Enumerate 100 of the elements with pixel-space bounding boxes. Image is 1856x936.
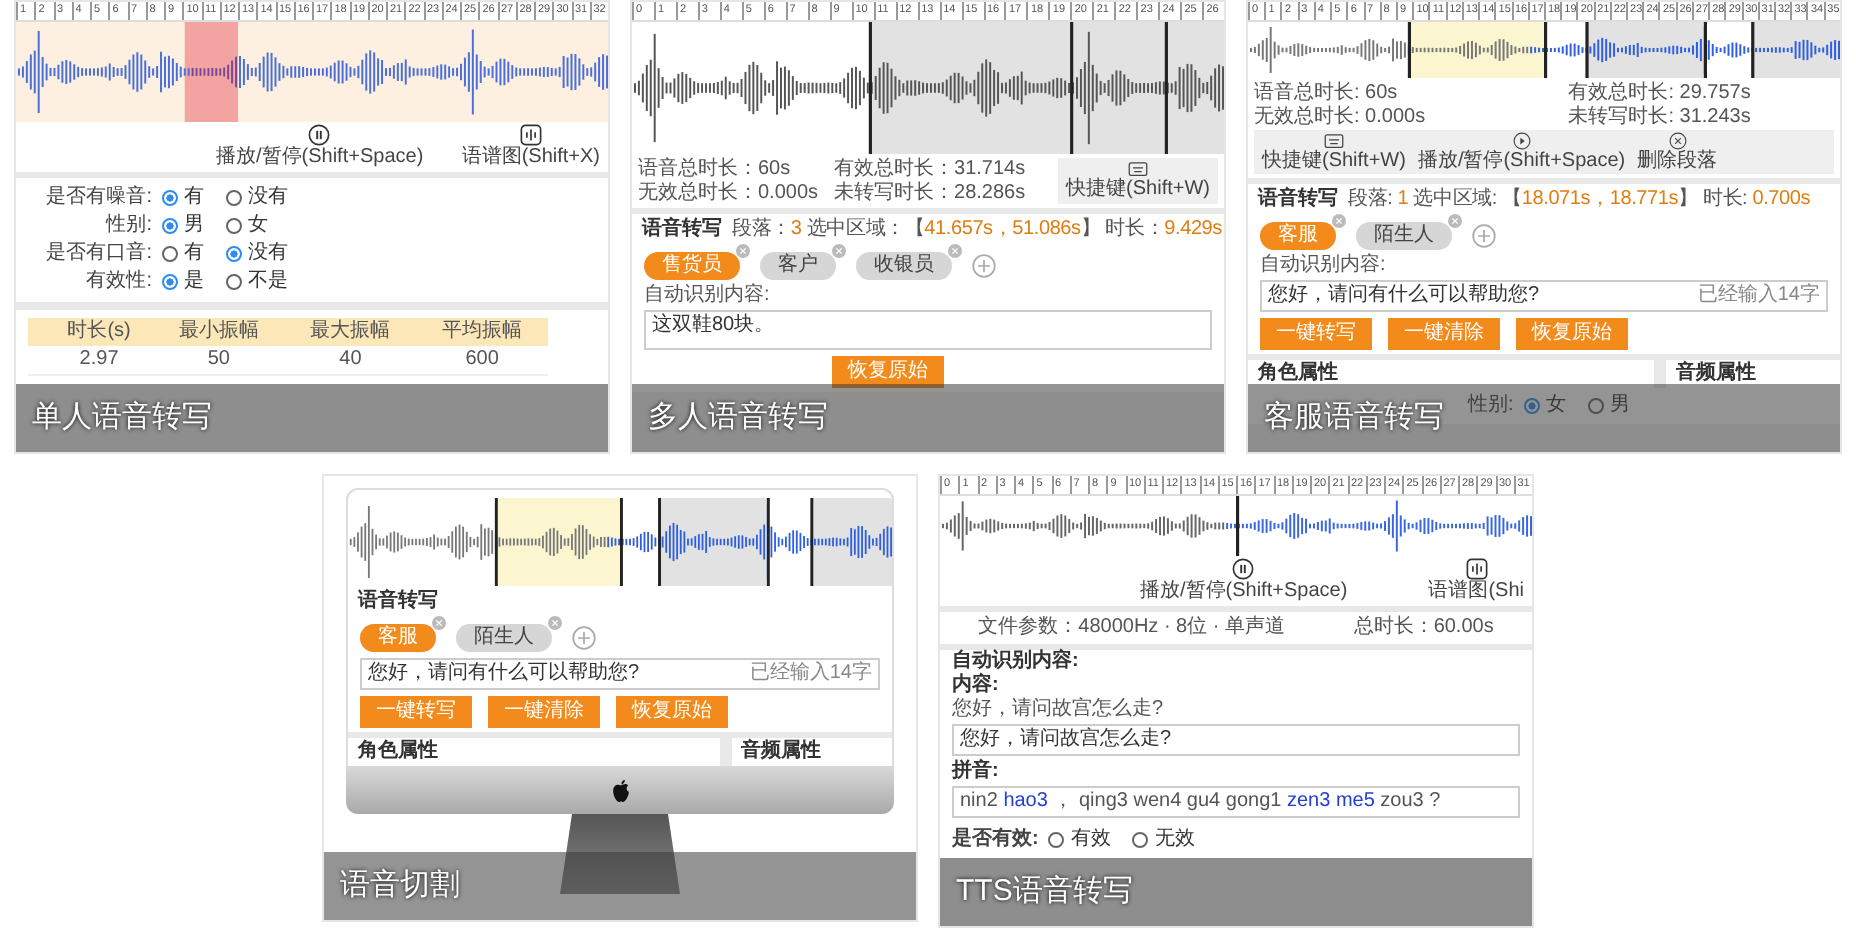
text-label: 自动识别内容: [1258,254,1388,278]
panel-title: 音频属性 [739,738,824,766]
segment-info: 段落：3 选中区域：【41.657s，51.086s】 时长：9.429s [732,218,1222,242]
file-info: 文件参数：48000Hz · 8位 · 单声道 [978,616,1286,640]
tool-label[interactable]: 快捷键(Shift+W) [1262,150,1406,172]
text-area[interactable]: 您好，请问有什么可以帮助您? 已经输入14字 [1260,280,1828,312]
remove-icon[interactable] [548,616,562,630]
remove-icon[interactable] [1332,214,1346,228]
panel-title: 音频属性 [1673,360,1758,388]
text-area[interactable]: 您好，请问有什么可以帮助您? 已经输入14字 [360,658,880,690]
radio-button[interactable] [1587,398,1604,414]
add-icon[interactable] [572,625,596,649]
field-label: 性别: [1468,394,1514,418]
column-header: 时长(s) [45,318,153,346]
field-label: 是否有口音: [44,242,152,266]
option-label: 没有 [248,186,288,210]
table-cell: 600 [416,346,548,375]
card-caption: 单人语音转写 [16,384,608,452]
control-label: 语谱图(Shift+X) [461,146,600,168]
section-title: 语音转写 [1258,188,1338,212]
remove-icon[interactable] [948,244,962,258]
radio-button[interactable] [162,190,178,206]
waveform-icon[interactable] [1465,558,1488,580]
speaker-tag[interactable]: 陌生人 [1356,222,1452,250]
tool-label[interactable]: 删除段落 [1637,150,1718,172]
radio-button[interactable] [226,218,242,234]
panel-title: 角色属性 [1248,360,1666,388]
option-label: 没有 [248,242,288,266]
speaker-tag[interactable]: 收银员 [856,252,952,280]
tool-label[interactable]: 播放/暂停(Shift+Space) [1417,150,1626,172]
monitor-stand [560,814,680,894]
radio-button[interactable] [1132,832,1149,848]
text-area[interactable]: 您好，请问故宫怎么走? [952,724,1520,756]
field-label: 有效性: [84,270,152,294]
text-label: 自动识别内容: [950,650,1081,672]
card-caption: 语音切割 [324,852,916,920]
control-label: 播放/暂停(Shift+Space) [1140,580,1348,602]
option-label: 无效 [1154,828,1195,852]
add-icon[interactable] [972,253,996,277]
control-label: 语谱图(Shi [1428,580,1524,602]
option-label: 男 [1609,394,1630,418]
option-label: 女 [1545,394,1566,418]
stat-text: 无效总时长：0.000s [638,182,819,204]
radio-button[interactable] [226,274,242,290]
text-label: 内容: [950,674,1001,698]
option-label: 男 [184,214,204,238]
table-cell: 50 [152,346,285,375]
radio-button[interactable] [226,246,242,262]
file-info: 总时长：60.00s [1353,616,1494,640]
section-title: 语音转写 [642,218,722,242]
option-label: 有 [184,186,204,210]
column-header: 平均振幅 [416,318,548,346]
stat-text: 无效总时长: 0.000s [1254,106,1428,128]
radio-button[interactable] [1048,832,1065,848]
waveform-icon[interactable] [519,124,542,146]
pause-icon[interactable] [308,124,331,146]
column-header: 最大振幅 [284,318,417,346]
stat-text: 语音总时长: 60s [1254,82,1400,104]
keyboard-icon[interactable] [1128,160,1149,178]
speaker-tag[interactable]: 客户 [760,252,836,280]
option-label: 是 [184,270,204,294]
play-icon[interactable] [1511,132,1532,150]
section-title: 语音转写 [358,590,438,614]
remove-icon[interactable] [832,244,846,258]
option-label: 女 [248,214,268,238]
field-label: 是否有效: [952,828,1039,852]
control-label: 播放/暂停(Shift+Space) [216,146,424,168]
radio-button[interactable] [162,246,178,262]
add-icon[interactable] [1472,223,1496,247]
speaker-tag[interactable]: 陌生人 [456,624,552,652]
column-header: 最小振幅 [152,318,285,346]
stat-text: 有效总时长：31.714s [834,158,1026,180]
keyboard-icon[interactable] [1323,132,1344,150]
text-area[interactable]: 这双鞋80块。 [644,310,1212,350]
text-label: 拼音: [949,760,1001,784]
radio-button[interactable] [1523,398,1540,414]
remove-icon[interactable] [1448,214,1462,228]
stat-text: 未转写时长：28.286s [834,182,1026,204]
radio-button[interactable] [162,274,178,290]
pause-icon[interactable] [1232,558,1255,580]
remove-icon[interactable] [432,616,446,630]
stat-text: 有效总时长: 29.757s [1568,82,1753,104]
close-icon[interactable] [1667,132,1688,150]
segment-info: 段落: 1 选中区域: 【18.071s，18.771s】 时长: 0.700s [1348,188,1811,212]
text-label: 自动识别内容: [642,284,772,308]
table-cell: 40 [284,346,417,375]
option-label: 有效 [1070,828,1111,852]
option-label: 不是 [248,270,288,294]
text-label: 您好，请问故宫怎么走? [950,698,1166,722]
apple-icon [609,777,631,803]
tool-label[interactable]: 快捷键(Shift+W) [1066,178,1210,200]
remove-icon[interactable] [736,244,750,258]
radio-button[interactable] [226,190,242,206]
stat-text: 语音总时长：60s [638,158,793,180]
pinyin-field[interactable]: nin2 hao3 ， qing3 wen4 gu4 gong1 zen3 me5 zou3 ? [952,786,1520,818]
card-caption: TTS语音转写 [940,858,1532,926]
field-label: 性别: [103,214,152,238]
radio-button[interactable] [162,218,178,234]
table-cell: 2.97 [45,346,153,375]
stat-text: 未转写时长: 31.243s [1568,106,1753,128]
